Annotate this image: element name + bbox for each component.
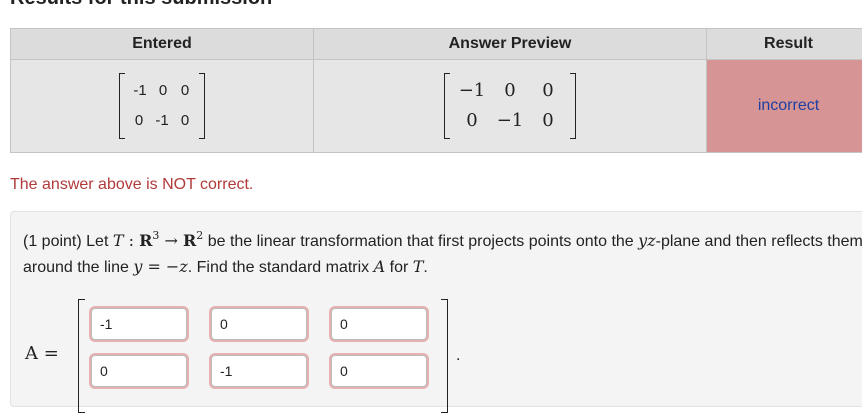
- feedback-message: The answer above is NOT correct.: [10, 176, 253, 194]
- problem-line-1: (1 point) Let T : R3 → R2 be the linear …: [23, 228, 862, 254]
- problem-text-segment: Let: [86, 233, 113, 250]
- page-heading: Results for this submission: [10, 0, 272, 10]
- entered-cell: -1 0 0 0 -1 0: [11, 60, 314, 153]
- right-bracket: [441, 299, 448, 413]
- math-A: A: [374, 257, 386, 276]
- answer-preview-cell: −1 0 0 0 −1 0: [314, 60, 707, 153]
- result-header: Result: [707, 29, 862, 60]
- answer-input-r1c1[interactable]: [91, 308, 187, 340]
- preview-entry: −1: [453, 76, 491, 106]
- trailing-period: .: [456, 347, 460, 365]
- problem-statement: (1 point) Let T : R3 → R2 be the linear …: [23, 228, 862, 280]
- entered-entry: -1: [150, 106, 174, 136]
- math-yz: yz: [638, 231, 655, 250]
- points-label: (1 point): [23, 233, 82, 250]
- problem-text-segment: . Find the standard matrix: [188, 259, 374, 276]
- preview-row: 0 −1 0: [453, 106, 567, 136]
- problem-text-segment: .: [423, 259, 427, 276]
- preview-entry: 0: [529, 106, 567, 136]
- answer-input-r1c2[interactable]: [211, 308, 307, 340]
- answer-input-r2c1[interactable]: [91, 355, 187, 387]
- answer-input-r1c3[interactable]: [331, 308, 427, 340]
- math-R: R: [183, 231, 196, 250]
- entered-entry: 0: [174, 106, 196, 136]
- preview-entry: 0: [529, 76, 567, 106]
- problem-line-2: around the line y = −z. Find the standar…: [23, 254, 862, 280]
- result-status: incorrect: [758, 97, 819, 114]
- preview-entry: 0: [491, 76, 529, 106]
- preview-entry: 0: [453, 106, 491, 136]
- entered-row: 0 -1 0: [128, 106, 196, 136]
- entered-entry: 0: [128, 106, 150, 136]
- math-T: T: [413, 257, 424, 276]
- answer-input-r2c3[interactable]: [331, 355, 427, 387]
- result-cell: incorrect: [707, 60, 862, 153]
- entered-entry: -1: [128, 76, 152, 106]
- entered-header: Entered: [11, 29, 314, 60]
- results-table: Entered Answer Preview Result -1 0 0 0 -…: [10, 28, 862, 153]
- math-T: T: [113, 231, 124, 250]
- preview-row: −1 0 0: [453, 76, 567, 106]
- entered-entry: 0: [174, 76, 196, 106]
- matrix-label: A =: [25, 343, 59, 364]
- math-R: R: [139, 231, 152, 250]
- left-bracket: [78, 299, 85, 413]
- answer-input-r2c2[interactable]: [211, 355, 307, 387]
- preview-entry: −1: [491, 106, 529, 136]
- entered-entry: 0: [152, 76, 174, 106]
- math-colon: :: [124, 231, 140, 250]
- problem-box: (1 point) Let T : R3 → R2 be the linear …: [10, 211, 862, 407]
- answer-preview-header: Answer Preview: [314, 29, 707, 60]
- problem-text-segment: around the line: [23, 259, 133, 276]
- problem-text-segment: for: [385, 259, 413, 276]
- entered-row: -1 0 0: [128, 76, 196, 106]
- preview-matrix: −1 0 0 0 −1 0: [444, 76, 576, 136]
- problem-text-segment: -plane and then reflects them: [656, 233, 862, 250]
- math-equation: y = −z: [133, 257, 187, 276]
- math-arrow: →: [159, 231, 183, 250]
- problem-text-segment: be the linear transformation that first …: [203, 233, 638, 250]
- entered-matrix: -1 0 0 0 -1 0: [119, 76, 205, 136]
